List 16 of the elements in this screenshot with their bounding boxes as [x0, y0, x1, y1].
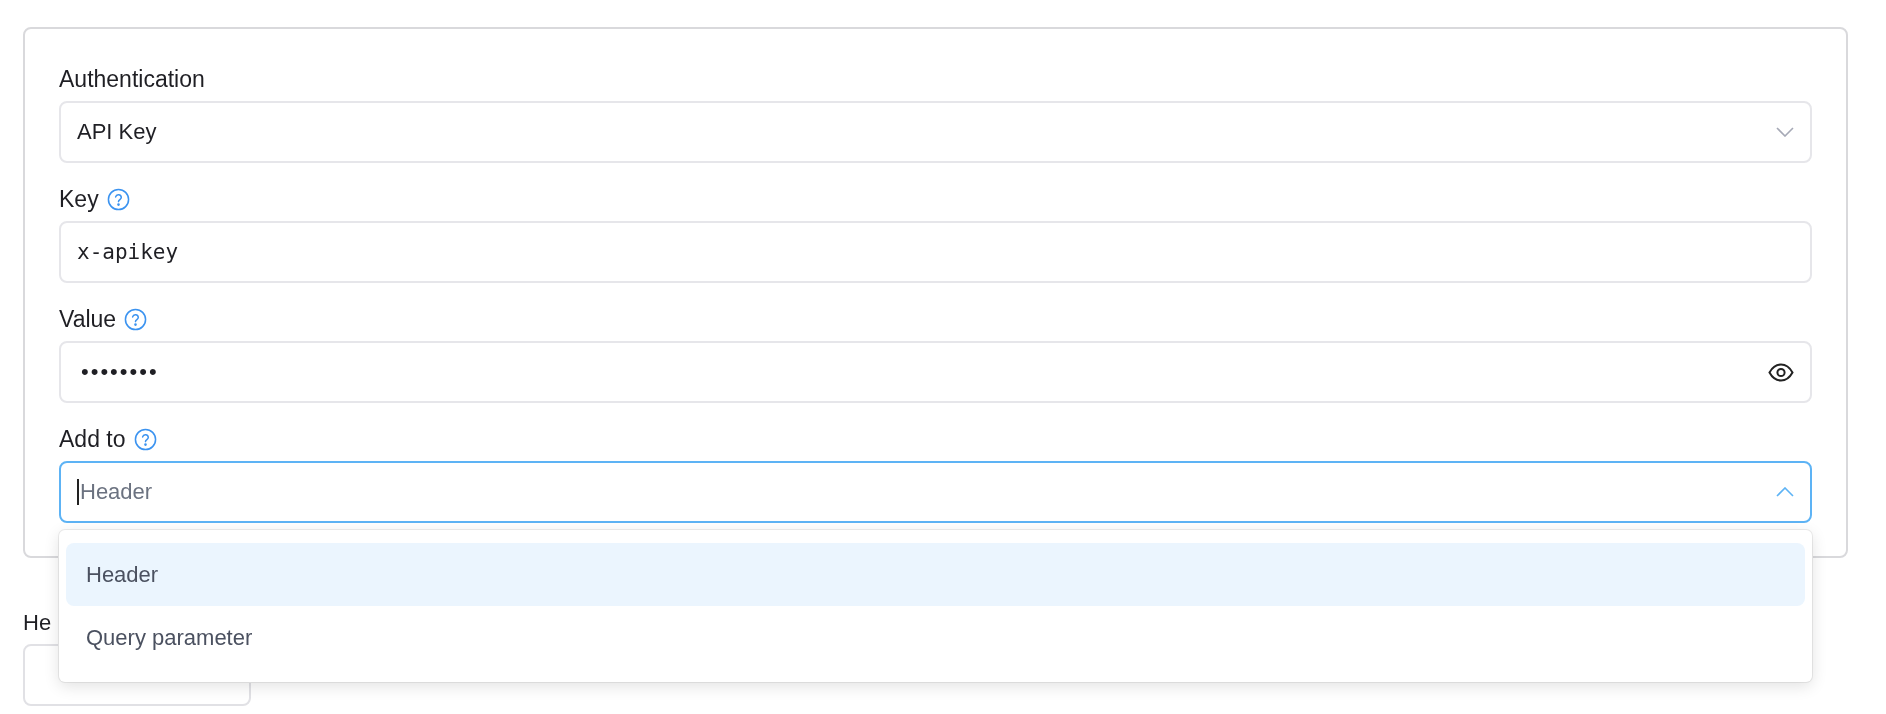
menu-option[interactable]: Query parameter — [66, 606, 1805, 669]
eye-icon[interactable] — [1768, 362, 1794, 382]
field-label: Key — [59, 185, 99, 213]
field-label: Authentication — [59, 65, 205, 93]
input-field[interactable]: x-apikey — [59, 221, 1812, 283]
chevron-down-icon — [1776, 127, 1794, 137]
chevron-up-icon — [1776, 487, 1794, 497]
field-label: Add to — [59, 425, 126, 453]
password-field[interactable]: •••••••• — [59, 341, 1812, 403]
select-field[interactable]: API Key — [59, 101, 1812, 163]
menu-option[interactable]: Header — [66, 543, 1805, 606]
help-icon[interactable] — [124, 307, 148, 331]
section-label: He — [23, 610, 53, 636]
help-icon[interactable] — [106, 187, 130, 211]
field-label: Value — [59, 305, 117, 333]
help-icon[interactable] — [133, 427, 157, 451]
